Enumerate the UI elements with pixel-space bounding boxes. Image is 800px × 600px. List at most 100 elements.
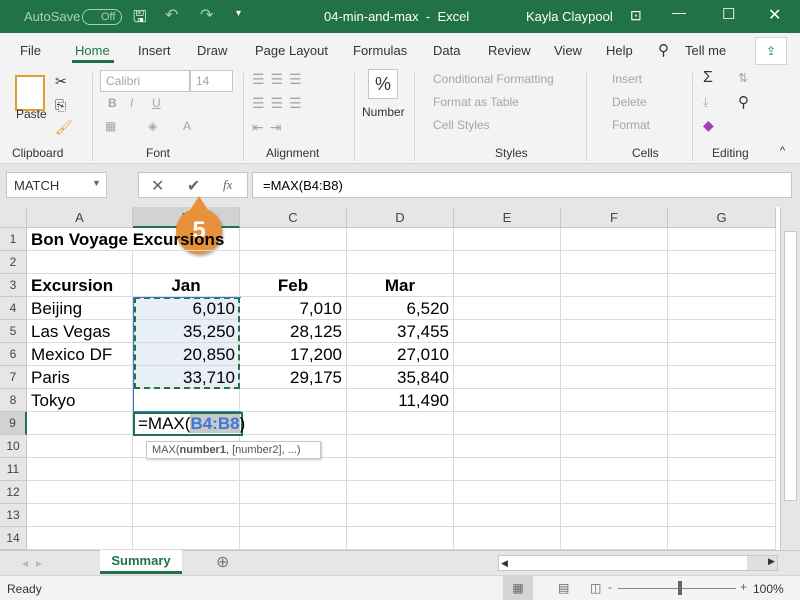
fill-color-icon[interactable]: ◈ (148, 119, 157, 133)
cell-b3[interactable]: Jan (133, 274, 240, 297)
cell-e2[interactable] (454, 251, 561, 274)
cell-d12[interactable] (347, 481, 454, 504)
cell-d13[interactable] (347, 504, 454, 527)
indent-icons[interactable]: ⇤⇥ (252, 119, 287, 136)
cell-d5[interactable]: 37,455 (347, 320, 454, 343)
cell-e14[interactable] (454, 527, 561, 550)
collapse-ribbon-icon[interactable]: ^ (780, 145, 785, 157)
font-size-select[interactable]: 14 (190, 70, 233, 92)
row-header-9[interactable]: 9 (0, 412, 27, 435)
paste-icon[interactable] (15, 75, 45, 111)
cell-e1[interactable] (454, 228, 561, 251)
cell-c2[interactable] (240, 251, 347, 274)
cell-b11[interactable] (133, 458, 240, 481)
scroll-right-icon[interactable]: ▶ (768, 556, 775, 567)
row-header-10[interactable]: 10 (0, 435, 27, 458)
enter-checkmark-icon[interactable]: ✔ (187, 176, 200, 196)
cell-e10[interactable] (454, 435, 561, 458)
share-icon[interactable]: ⇪ (755, 37, 787, 65)
cell-d11[interactable] (347, 458, 454, 481)
format-cells-button[interactable]: Format (612, 118, 650, 132)
clear-icon[interactable]: ◆ (703, 117, 714, 134)
cell-c3[interactable]: Feb (240, 274, 347, 297)
undo-icon[interactable]: ↶ (165, 5, 178, 25)
row-header-11[interactable]: 11 (0, 458, 27, 481)
cell-f9[interactable] (561, 412, 668, 435)
cell-c5[interactable]: 28,125 (240, 320, 347, 343)
underline-button[interactable]: U (152, 96, 161, 110)
sort-filter-icon[interactable]: ⇅ (738, 71, 748, 85)
active-cell-editor[interactable]: =MAX(B4:B8) (133, 412, 245, 436)
cell-c11[interactable] (240, 458, 347, 481)
tooltip-function[interactable]: MAX( (152, 444, 180, 456)
cell-d3[interactable]: Mar (347, 274, 454, 297)
cell-e13[interactable] (454, 504, 561, 527)
cut-icon[interactable]: ✂ (55, 73, 67, 90)
vertical-scrollbar[interactable] (780, 207, 800, 550)
select-all-corner[interactable] (0, 207, 27, 228)
cell-f1[interactable] (561, 228, 668, 251)
cell-f10[interactable] (561, 435, 668, 458)
cell-g8[interactable] (668, 389, 776, 412)
cell-f8[interactable] (561, 389, 668, 412)
row-header-6[interactable]: 6 (0, 343, 27, 366)
cell-a5[interactable]: Las Vegas (27, 320, 133, 343)
row-header-1[interactable]: 1 (0, 228, 27, 251)
cell-g2[interactable] (668, 251, 776, 274)
cell-a7[interactable]: Paris (27, 366, 133, 389)
italic-button[interactable]: I (130, 96, 133, 110)
cell-g7[interactable] (668, 366, 776, 389)
font-color-icon[interactable]: A (183, 119, 191, 133)
cell-a9[interactable] (27, 412, 133, 435)
tab-data[interactable]: Data (433, 43, 460, 58)
delete-cells-button[interactable]: Delete (612, 95, 647, 109)
cell-e4[interactable] (454, 297, 561, 320)
cell-b13[interactable] (133, 504, 240, 527)
tell-me-input[interactable]: Tell me (685, 43, 726, 58)
cancel-icon[interactable]: ✕ (151, 176, 164, 196)
scroll-left-icon[interactable]: ◀ (501, 556, 508, 570)
cell-c7[interactable]: 29,175 (240, 366, 347, 389)
tab-draw[interactable]: Draw (197, 43, 227, 58)
row-header-8[interactable]: 8 (0, 389, 27, 412)
find-select-icon[interactable]: ⚲ (738, 93, 749, 111)
customize-qat-icon[interactable]: ▾ (236, 8, 241, 19)
cell-e3[interactable] (454, 274, 561, 297)
column-header-e[interactable]: E (454, 207, 561, 228)
worksheet-grid[interactable]: ABCDEFG1Bon Voyage Excursions23Excursion… (0, 207, 780, 550)
cell-a4[interactable]: Beijing (27, 297, 133, 320)
column-header-a[interactable]: A (27, 207, 133, 228)
number-format-button[interactable]: Number (362, 105, 405, 119)
font-name-select[interactable]: Calibri (100, 70, 190, 92)
name-box-dropdown-icon[interactable]: ▼ (92, 178, 101, 188)
cell-f5[interactable] (561, 320, 668, 343)
cell-c4[interactable]: 7,010 (240, 297, 347, 320)
cell-g9[interactable] (668, 412, 776, 435)
new-sheet-icon[interactable]: ⊕ (216, 552, 229, 572)
borders-icon[interactable]: ▦ (105, 119, 116, 133)
column-header-c[interactable]: C (240, 207, 347, 228)
insert-cells-button[interactable]: Insert (612, 72, 642, 86)
cell-a3[interactable]: Excursion (27, 274, 133, 297)
cell-f6[interactable] (561, 343, 668, 366)
tab-help[interactable]: Help (606, 43, 633, 58)
tab-page-layout[interactable]: Page Layout (255, 43, 328, 58)
maximize-icon[interactable]: ☐ (722, 5, 735, 23)
cell-g6[interactable] (668, 343, 776, 366)
cell-g13[interactable] (668, 504, 776, 527)
cell-a2[interactable] (27, 251, 133, 274)
paste-button[interactable]: Paste (16, 107, 47, 121)
cell-g3[interactable] (668, 274, 776, 297)
row-header-12[interactable]: 12 (0, 481, 27, 504)
tab-home[interactable]: Home (75, 43, 110, 58)
cell-f2[interactable] (561, 251, 668, 274)
cell-e9[interactable] (454, 412, 561, 435)
horizontal-align-icons[interactable]: ☰☰☰ (252, 95, 308, 112)
cell-d10[interactable] (347, 435, 454, 458)
ribbon-display-icon[interactable]: ⊡ (630, 7, 642, 24)
row-header-5[interactable]: 5 (0, 320, 27, 343)
cell-b14[interactable] (133, 527, 240, 550)
vertical-align-icons[interactable]: ☰☰☰ (252, 71, 308, 88)
cell-d14[interactable] (347, 527, 454, 550)
autosave-toggle[interactable]: Off (82, 9, 123, 25)
